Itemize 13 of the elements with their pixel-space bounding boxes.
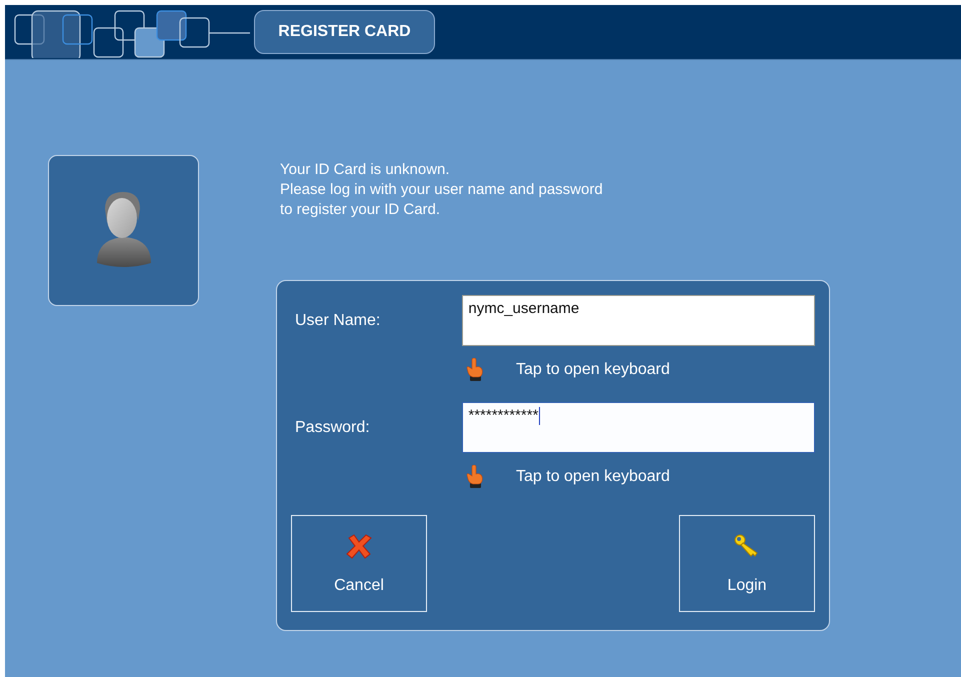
close-icon — [345, 532, 373, 558]
input-field[interactable]: nymc_username — [462, 295, 815, 346]
input-field[interactable]: ************ — [462, 402, 815, 453]
field-label: Password: — [294, 418, 371, 436]
keyboard-hint[interactable]: Tap to open keyboard — [516, 361, 670, 379]
cancel-button[interactable]: Cancel — [291, 515, 427, 612]
register-card-tab[interactable]: REGISTER CARD — [254, 10, 435, 54]
keyboard-hint[interactable]: Tap to open keyboard — [516, 468, 670, 486]
login-button[interactable]: Login — [679, 515, 815, 612]
pointing-hand-icon — [466, 358, 484, 382]
info-message: Your ID Card is unknown. Please log in with your user name and password to register your ID Card. — [280, 160, 604, 220]
pointing-hand-icon — [466, 465, 484, 489]
field-label: User Name: — [294, 312, 382, 330]
